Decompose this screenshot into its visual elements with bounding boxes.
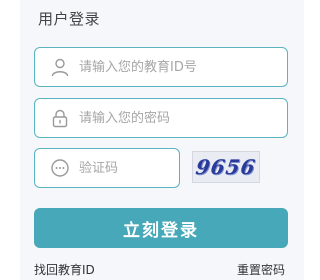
education-id-input[interactable]	[79, 48, 279, 86]
lock-icon	[49, 107, 71, 129]
login-button[interactable]: 立刻登录	[34, 208, 288, 248]
chat-bubble-icon	[49, 157, 71, 179]
captcha-input[interactable]	[79, 149, 175, 187]
reset-password-link[interactable]: 重置密码	[237, 261, 285, 278]
user-icon	[49, 56, 71, 78]
forgot-id-link[interactable]: 找回教育ID	[34, 261, 95, 278]
captcha-image[interactable]: 9656	[192, 151, 260, 183]
captcha-code: 9656	[194, 155, 258, 179]
education-id-field[interactable]	[34, 47, 288, 87]
password-field[interactable]	[34, 98, 288, 138]
login-title: 用户登录	[38, 10, 101, 28]
password-input[interactable]	[79, 99, 279, 137]
captcha-field[interactable]	[34, 148, 180, 188]
